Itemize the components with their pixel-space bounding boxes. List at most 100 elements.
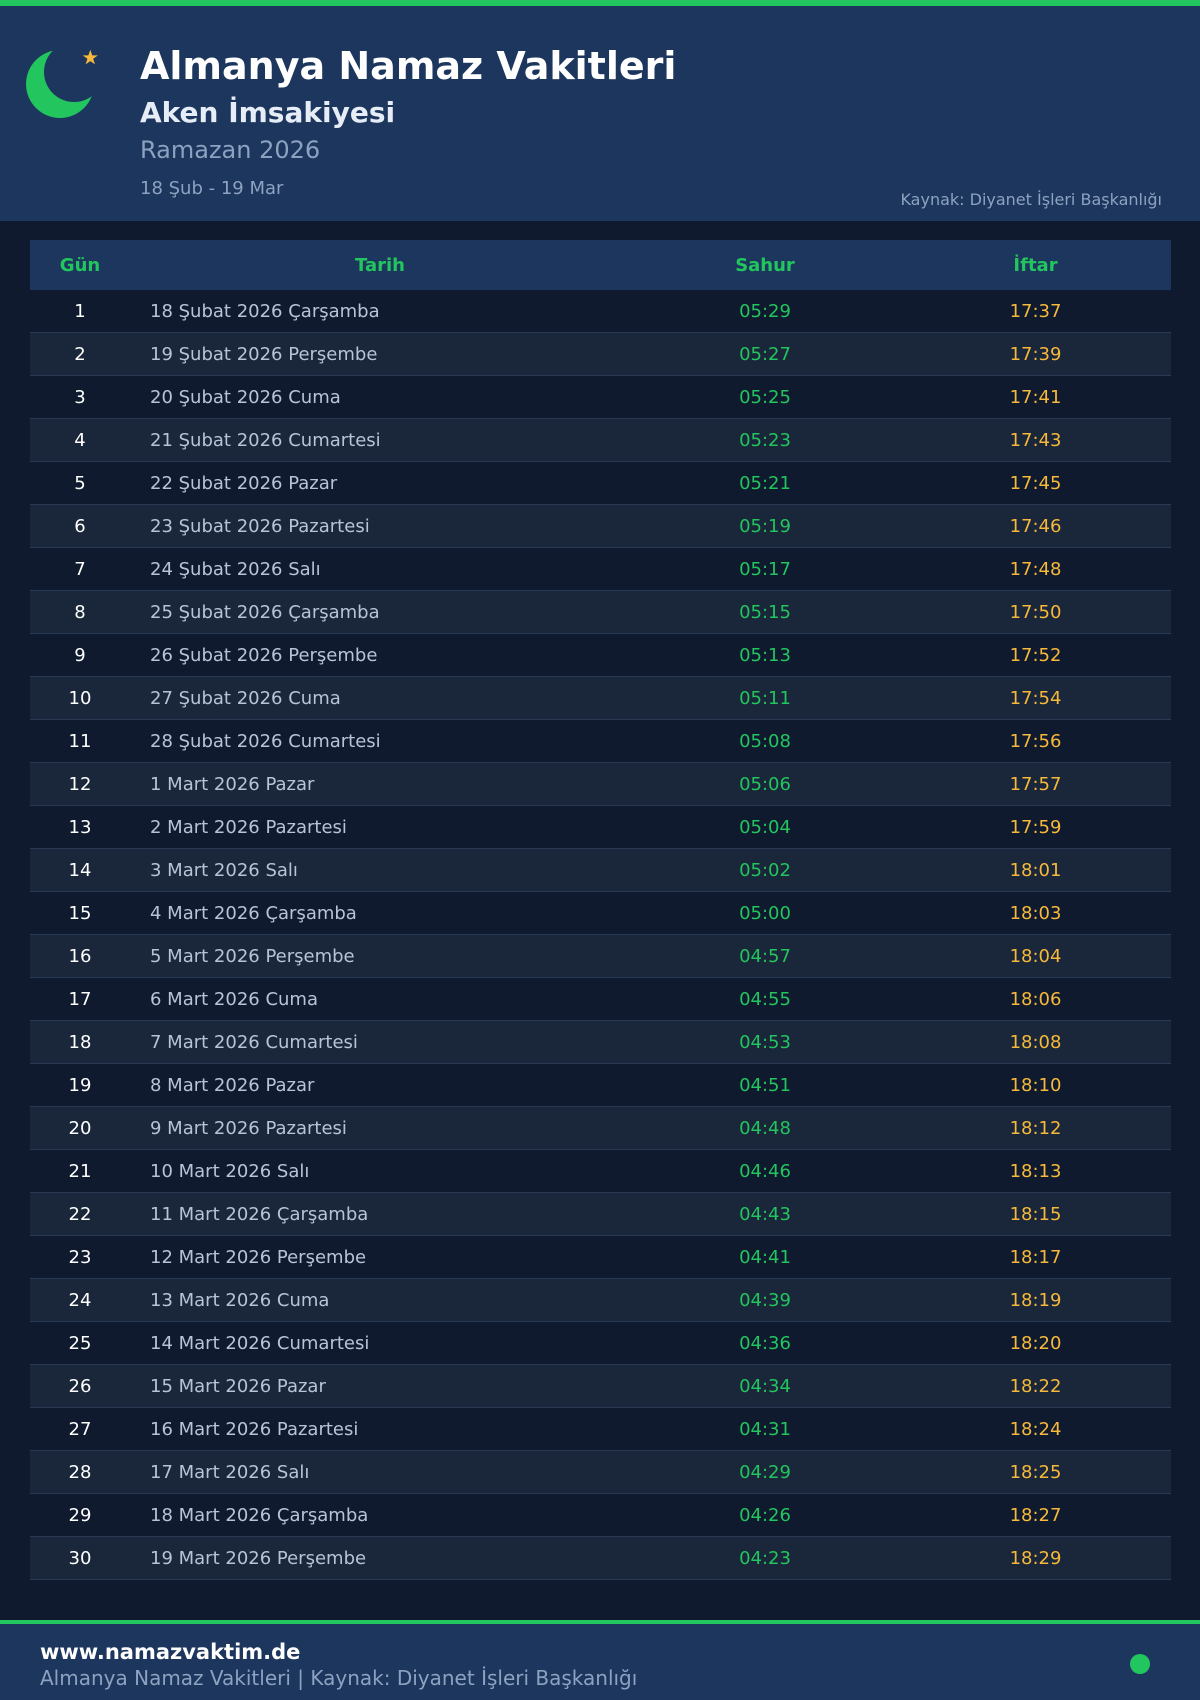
- cell-sahur: 05:25: [739, 386, 791, 408]
- cell-date: 8 Mart 2026 Pazar: [150, 1074, 315, 1096]
- cell-iftar: 18:03: [1009, 902, 1062, 924]
- cell-date: 17 Mart 2026 Salı: [150, 1461, 310, 1483]
- cell-day: 16: [68, 945, 92, 967]
- cell-sahur: 04:48: [739, 1117, 791, 1139]
- cell-sahur: 05:02: [739, 859, 791, 881]
- cell-sahur: 05:00: [739, 902, 791, 924]
- cell-iftar: 18:29: [1009, 1547, 1062, 1569]
- cell-sahur: 04:46: [739, 1160, 791, 1182]
- cell-iftar: 18:08: [1009, 1031, 1062, 1053]
- cell-day: 26: [68, 1375, 92, 1397]
- cell-date: 11 Mart 2026 Çarşamba: [150, 1203, 369, 1225]
- cell-day: 1: [74, 300, 86, 322]
- cell-day: 14: [68, 859, 92, 881]
- cell-iftar: 18:15: [1009, 1203, 1062, 1225]
- cell-date: 24 Şubat 2026 Salı: [150, 558, 321, 580]
- cell-sahur: 04:31: [739, 1418, 791, 1440]
- cell-date: 19 Şubat 2026 Perşembe: [150, 343, 378, 365]
- table-row: 2 19 Şubat 2026 Perşembe 05:27 17:39: [30, 333, 1171, 376]
- cell-iftar: 17:39: [1009, 343, 1062, 365]
- table-row: 12 1 Mart 2026 Pazar 05:06 17:57: [30, 763, 1171, 806]
- cell-day: 3: [74, 386, 86, 408]
- cell-iftar: 18:25: [1009, 1461, 1062, 1483]
- table-row: 26 15 Mart 2026 Pazar 04:34 18:22: [30, 1365, 1171, 1408]
- cell-iftar: 17:43: [1009, 429, 1062, 451]
- cell-iftar: 18:22: [1009, 1375, 1062, 1397]
- cell-day: 22: [68, 1203, 92, 1225]
- table-row: 7 24 Şubat 2026 Salı 05:17 17:48: [30, 548, 1171, 591]
- cell-iftar: 18:06: [1009, 988, 1062, 1010]
- table-row: 13 2 Mart 2026 Pazartesi 05:04 17:59: [30, 806, 1171, 849]
- cell-date: 9 Mart 2026 Pazartesi: [150, 1117, 347, 1139]
- cell-iftar: 17:57: [1009, 773, 1062, 795]
- table-row: 4 21 Şubat 2026 Cumartesi 05:23 17:43: [30, 419, 1171, 462]
- cell-date: 23 Şubat 2026 Pazartesi: [150, 515, 370, 537]
- cell-date: 14 Mart 2026 Cumartesi: [150, 1332, 370, 1354]
- cell-date: 15 Mart 2026 Pazar: [150, 1375, 326, 1397]
- cell-iftar: 18:27: [1009, 1504, 1062, 1526]
- cell-date: 20 Şubat 2026 Cuma: [150, 386, 341, 408]
- cell-sahur: 05:19: [739, 515, 791, 537]
- cell-sahur: 04:41: [739, 1246, 791, 1268]
- cell-sahur: 05:15: [739, 601, 791, 623]
- cell-day: 6: [74, 515, 86, 537]
- header-iftar: İftar: [1013, 254, 1058, 276]
- cell-sahur: 04:36: [739, 1332, 791, 1354]
- table-row: 5 22 Şubat 2026 Pazar 05:21 17:45: [30, 462, 1171, 505]
- cell-day: 17: [68, 988, 92, 1010]
- table-row: 3 20 Şubat 2026 Cuma 05:25 17:41: [30, 376, 1171, 419]
- cell-day: 27: [68, 1418, 92, 1440]
- cell-sahur: 04:34: [739, 1375, 791, 1397]
- cell-iftar: 17:45: [1009, 472, 1062, 494]
- cell-day: 12: [68, 773, 92, 795]
- cell-day: 13: [68, 816, 92, 838]
- cell-sahur: 05:04: [739, 816, 791, 838]
- source-credit: Kaynak: Diyanet İşleri Başkanlığı: [900, 190, 1162, 209]
- table-row: 8 25 Şubat 2026 Çarşamba 05:15 17:50: [30, 591, 1171, 634]
- cell-sahur: 05:21: [739, 472, 791, 494]
- cell-iftar: 18:13: [1009, 1160, 1062, 1182]
- cell-date: 18 Şubat 2026 Çarşamba: [150, 300, 380, 322]
- cell-day: 20: [68, 1117, 92, 1139]
- cell-day: 21: [68, 1160, 92, 1182]
- cell-iftar: 18:04: [1009, 945, 1062, 967]
- footer-url[interactable]: www.namazvaktim.de: [40, 1640, 300, 1664]
- cell-sahur: 04:55: [739, 988, 791, 1010]
- table-body: 1 18 Şubat 2026 Çarşamba 05:29 17:37 2 19 Şub…: [30, 290, 1171, 1580]
- page-title: Almanya Namaz Vakitleri: [140, 44, 677, 88]
- table-row: 21 10 Mart 2026 Salı 04:46 18:13: [30, 1150, 1171, 1193]
- cell-sahur: 04:43: [739, 1203, 791, 1225]
- cell-iftar: 17:52: [1009, 644, 1062, 666]
- cell-sahur: 04:26: [739, 1504, 791, 1526]
- table-row: 9 26 Şubat 2026 Perşembe 05:13 17:52: [30, 634, 1171, 677]
- status-dot-icon: [1130, 1654, 1150, 1674]
- cell-date: 21 Şubat 2026 Cumartesi: [150, 429, 381, 451]
- table-row: 25 14 Mart 2026 Cumartesi 04:36 18:20: [30, 1322, 1171, 1365]
- cell-iftar: 17:48: [1009, 558, 1062, 580]
- cell-day: 24: [68, 1289, 92, 1311]
- cell-iftar: 17:59: [1009, 816, 1062, 838]
- cell-date: 28 Şubat 2026 Cumartesi: [150, 730, 381, 752]
- table-row: 20 9 Mart 2026 Pazartesi 04:48 18:12: [30, 1107, 1171, 1150]
- cell-sahur: 05:11: [739, 687, 791, 709]
- cell-iftar: 18:12: [1009, 1117, 1062, 1139]
- table-row: 23 12 Mart 2026 Perşembe 04:41 18:17: [30, 1236, 1171, 1279]
- table-row: 11 28 Şubat 2026 Cumartesi 05:08 17:56: [30, 720, 1171, 763]
- cell-sahur: 05:17: [739, 558, 791, 580]
- cell-iftar: 17:37: [1009, 300, 1062, 322]
- cell-day: 28: [68, 1461, 92, 1483]
- cell-sahur: 04:23: [739, 1547, 791, 1569]
- table-row: 10 27 Şubat 2026 Cuma 05:11 17:54: [30, 677, 1171, 720]
- table-row: 28 17 Mart 2026 Salı 04:29 18:25: [30, 1451, 1171, 1494]
- cell-iftar: 18:19: [1009, 1289, 1062, 1311]
- cell-day: 23: [68, 1246, 92, 1268]
- cell-iftar: 17:41: [1009, 386, 1062, 408]
- cell-day: 11: [68, 730, 92, 752]
- table-row: 14 3 Mart 2026 Salı 05:02 18:01: [30, 849, 1171, 892]
- cell-date: 13 Mart 2026 Cuma: [150, 1289, 330, 1311]
- cell-date: 22 Şubat 2026 Pazar: [150, 472, 338, 494]
- cell-iftar: 17:54: [1009, 687, 1062, 709]
- cell-sahur: 04:57: [739, 945, 791, 967]
- cell-iftar: 18:20: [1009, 1332, 1062, 1354]
- cell-sahur: 04:53: [739, 1031, 791, 1053]
